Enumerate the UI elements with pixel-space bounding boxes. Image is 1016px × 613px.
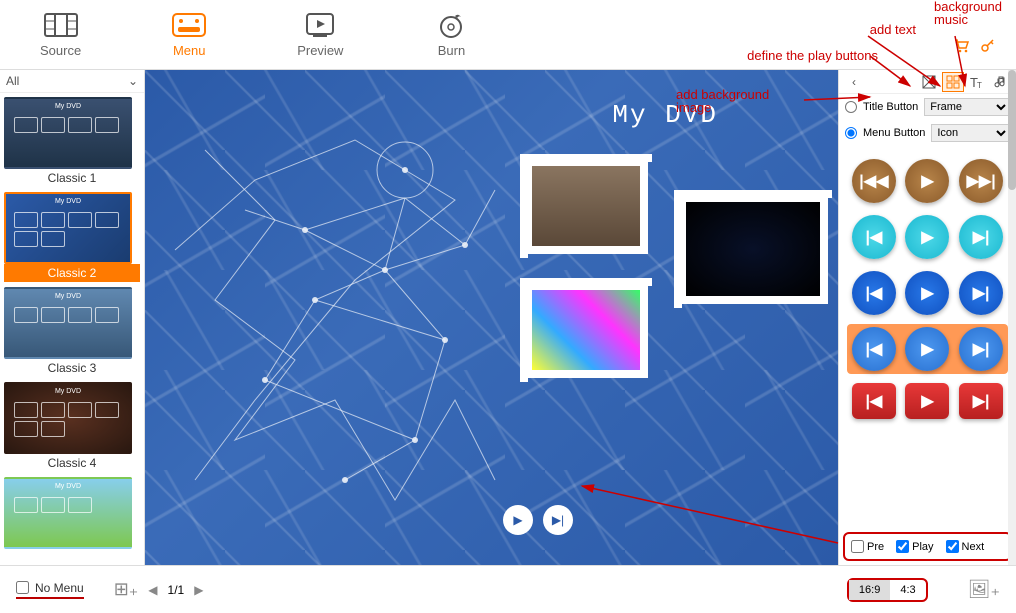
template-label: Classic 1	[4, 169, 140, 187]
nav-menu[interactable]: Menu	[171, 12, 207, 58]
properties-toolbar: ‹ TT	[839, 70, 1016, 94]
check-pre[interactable]: Pre	[851, 540, 884, 553]
chapter-thumb-2[interactable]	[678, 194, 828, 304]
title-button-row: Title Button Frame	[839, 94, 1016, 120]
add-image-icon[interactable]: 🖼₊	[968, 579, 1000, 600]
template-label: Classic 2	[4, 264, 140, 282]
sidebar-filter-row[interactable]: All ⌄	[0, 70, 144, 93]
chapter-thumb-1[interactable]	[524, 158, 648, 254]
aspect-169[interactable]: 16:9	[849, 580, 890, 600]
template-classic-3[interactable]: My DVD Classic 3	[4, 287, 140, 377]
template-label: Classic 4	[4, 454, 140, 472]
chapter-thumb-3[interactable]	[524, 282, 648, 378]
button-style-red[interactable]: |◀▶▶|	[847, 380, 1008, 422]
svg-text:T: T	[977, 81, 982, 89]
nav-prev-icon[interactable]: ‹	[843, 72, 865, 92]
play-button[interactable]: ▶	[503, 505, 533, 535]
aspect-43[interactable]: 4:3	[890, 580, 925, 600]
menu-button-select[interactable]: Icon	[931, 124, 1010, 142]
preview-play-buttons: ▶ ▶|	[503, 505, 573, 535]
nav-burn[interactable]: Burn	[433, 12, 469, 58]
nav-preview-label: Preview	[297, 43, 343, 58]
aspect-toggle: 16:9 4:3	[847, 578, 928, 602]
template-classic-2[interactable]: My DVD Classic 2	[4, 192, 140, 282]
button-style-wood[interactable]: |◀◀▶▶▶|	[847, 156, 1008, 206]
button-style-blue[interactable]: |◀▶▶|	[847, 268, 1008, 318]
bg-image-icon[interactable]	[918, 72, 940, 92]
menu-button-label: Menu Button	[863, 127, 925, 139]
top-nav: Source Menu Preview Burn	[0, 0, 1016, 70]
template-label: Classic 3	[4, 359, 140, 377]
play-buttons-icon[interactable]	[942, 72, 964, 92]
template-classic-1[interactable]: My DVD Classic 1	[4, 97, 140, 187]
scrollbar[interactable]	[1008, 70, 1016, 565]
preview-icon	[302, 12, 338, 38]
dvd-title[interactable]: My DVD	[612, 100, 718, 130]
nav-source[interactable]: Source	[40, 12, 81, 58]
runner-graphic	[155, 100, 515, 540]
template-sidebar: All ⌄ My DVD Classic 1 My DVD Classic 2 …	[0, 70, 145, 565]
film-icon	[43, 12, 79, 38]
template-label	[4, 549, 140, 553]
page-indicator: 1/1	[168, 583, 185, 597]
button-style-cyan[interactable]: |◀▶▶|	[847, 212, 1008, 262]
check-play[interactable]: Play	[896, 540, 933, 553]
no-menu-checkbox[interactable]	[16, 581, 29, 594]
button-checks: Pre Play Next	[843, 532, 1012, 561]
add-chapter-icon[interactable]: ⊞₊	[114, 579, 139, 600]
chevron-down-icon: ⌄	[128, 74, 138, 88]
text-icon[interactable]: TT	[966, 72, 988, 92]
title-button-label: Title Button	[863, 101, 918, 113]
template-list[interactable]: My DVD Classic 1 My DVD Classic 2 My DVD…	[0, 93, 144, 565]
menu-button-row: Menu Button Icon	[839, 120, 1016, 146]
cart-icon[interactable]	[954, 38, 970, 57]
properties-panel: ‹ TT Title Button Frame Menu Button Icon…	[838, 70, 1016, 565]
nav-source-label: Source	[40, 43, 81, 58]
page-prev-icon[interactable]: ◀	[148, 583, 157, 597]
title-button-radio[interactable]	[845, 101, 857, 113]
no-menu-label: No Menu	[35, 581, 84, 595]
scrollbar-thumb[interactable]	[1008, 70, 1016, 190]
nav-burn-label: Burn	[438, 43, 465, 58]
page-controls: ⊞₊ ◀ 1/1 ▶	[114, 579, 204, 600]
title-button-select[interactable]: Frame	[924, 98, 1010, 116]
next-button[interactable]: ▶|	[543, 505, 573, 535]
preview-panel: My DVD ▶ ▶|	[145, 70, 838, 565]
burn-icon	[433, 12, 469, 38]
nav-menu-label: Menu	[173, 43, 206, 58]
preview-canvas[interactable]: My DVD ▶ ▶|	[145, 70, 838, 565]
menu-button-radio[interactable]	[845, 127, 857, 139]
menu-editor-icon	[171, 12, 207, 38]
sidebar-filter-label: All	[6, 74, 19, 88]
nav-preview[interactable]: Preview	[297, 12, 343, 58]
page-next-icon[interactable]: ▶	[194, 583, 203, 597]
check-next[interactable]: Next	[946, 540, 985, 553]
template-classic-4[interactable]: My DVD Classic 4	[4, 382, 140, 472]
top-right-icons	[954, 38, 996, 57]
bottom-bar: No Menu ⊞₊ ◀ 1/1 ▶ 16:9 4:3 🖼₊	[0, 565, 1016, 613]
button-styles-grid[interactable]: |◀◀▶▶▶| |◀▶▶| |◀▶▶| |◀▶▶| |◀▶▶|	[839, 146, 1016, 528]
key-icon[interactable]	[980, 38, 996, 57]
button-style-lightblue[interactable]: |◀▶▶|	[847, 324, 1008, 374]
template-classic-5[interactable]: My DVD	[4, 477, 140, 553]
main-area: All ⌄ My DVD Classic 1 My DVD Classic 2 …	[0, 70, 1016, 565]
no-menu-toggle[interactable]: No Menu	[16, 581, 84, 599]
